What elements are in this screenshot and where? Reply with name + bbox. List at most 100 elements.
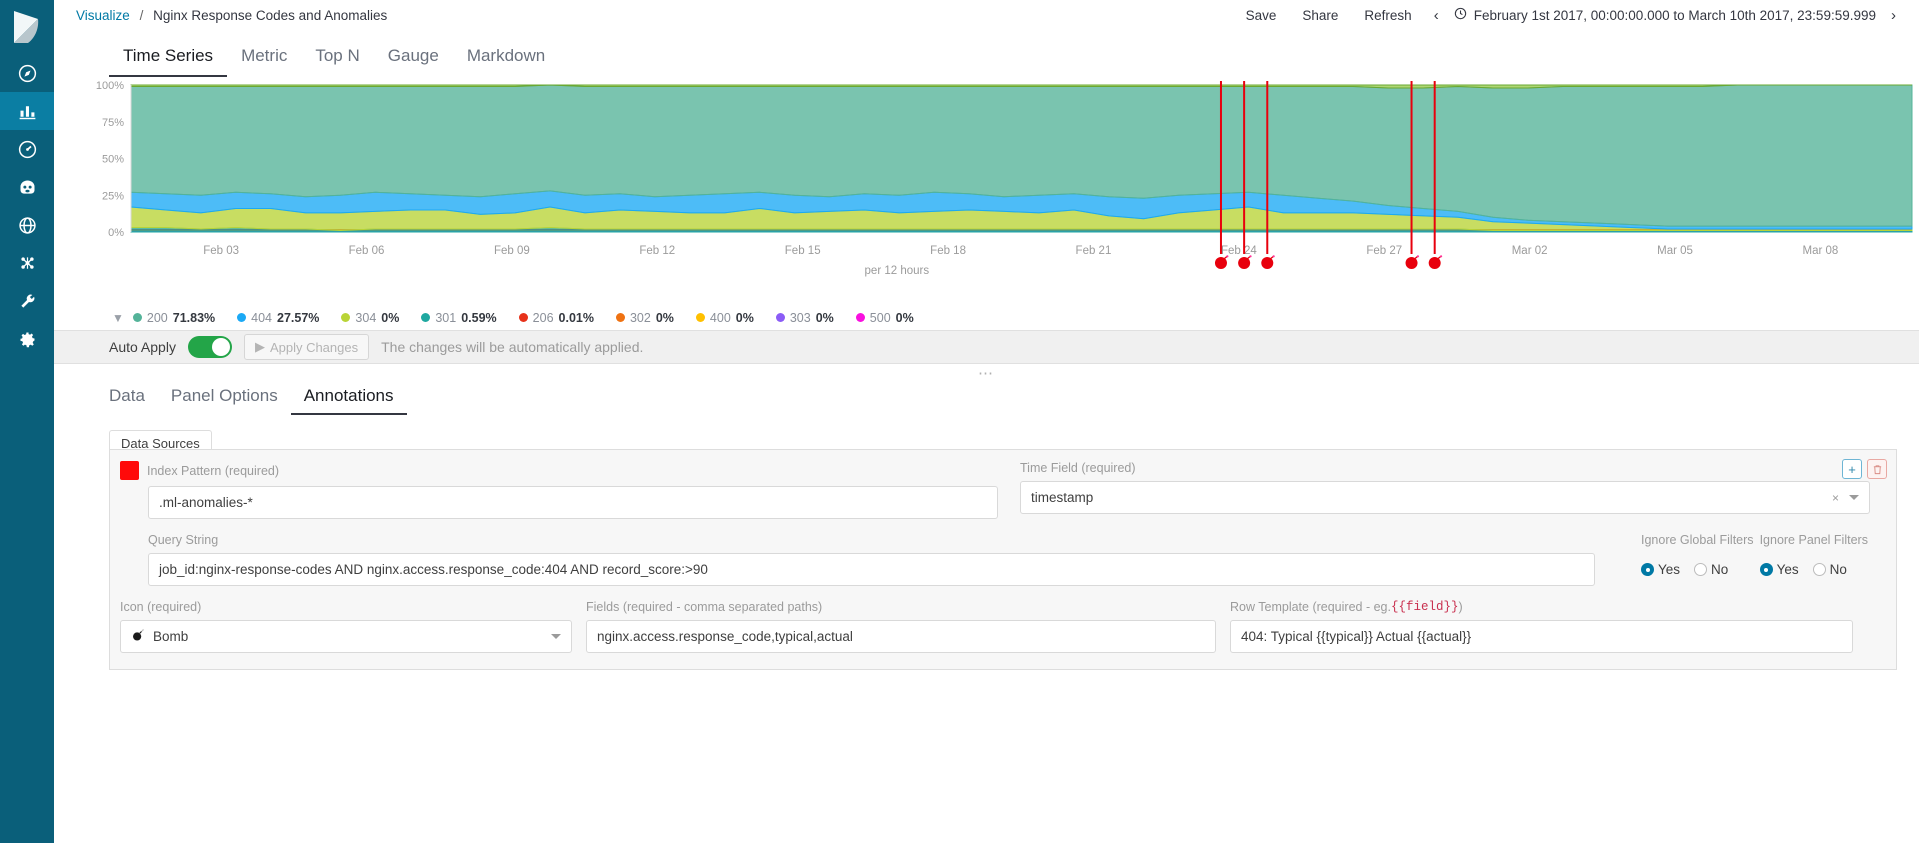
- chevron-down-icon[interactable]: ▼: [112, 311, 124, 325]
- global-nav-sidebar: [0, 0, 54, 843]
- legend-item-200[interactable]: 200 71.83%: [132, 310, 215, 325]
- legend-color-dot: [421, 313, 431, 322]
- legend-value: 0%: [735, 310, 754, 325]
- tab-panel-options[interactable]: Panel Options: [158, 386, 291, 415]
- ignore-global-filters-yes-label: Yes: [1658, 562, 1681, 577]
- ignore-panel-filters-no-radio[interactable]: [1812, 563, 1826, 576]
- legend-label: 302: [629, 310, 651, 325]
- tab-metric[interactable]: Metric: [227, 46, 301, 77]
- time-series-chart[interactable]: 100% 75% 50% 25% 0% Feb 03 Feb 06 Feb 09 Feb 12 F…: [54, 77, 1919, 302]
- legend-value: 0.59%: [461, 310, 497, 325]
- legend-item-500[interactable]: 500 0%: [855, 310, 914, 325]
- sidebar-item-timelion[interactable]: [0, 168, 54, 206]
- index-pattern-group: Index Pattern (required) .ml-anomalies-*: [120, 461, 998, 519]
- breadcrumb-visualize[interactable]: Visualize: [76, 8, 130, 23]
- query-string-input[interactable]: job_id:nginx-response-codes AND nginx.ac…: [148, 553, 1595, 586]
- time-field-select[interactable]: timestamp ×: [1020, 481, 1870, 514]
- drag-handle[interactable]: ⋯: [978, 366, 995, 381]
- ignore-panel-filters-group: Ignore Panel Filters Yes No: [1759, 533, 1868, 586]
- panel-resize-handle-row: ⋯: [54, 364, 1919, 383]
- legend-item-301[interactable]: 301 0.59%: [421, 310, 497, 325]
- svg-text:Mar 05: Mar 05: [1657, 245, 1693, 257]
- tab-top-n[interactable]: Top N: [301, 46, 373, 77]
- legend-label: 200: [146, 310, 168, 325]
- svg-text:Feb 12: Feb 12: [639, 245, 675, 257]
- svg-text:Mar 08: Mar 08: [1803, 245, 1839, 257]
- add-annotation-button[interactable]: +: [1842, 459, 1862, 479]
- fields-input[interactable]: nginx.access.response_code,typical,actua…: [586, 620, 1216, 653]
- query-string-group: Query String job_id:nginx-response-codes…: [148, 533, 1623, 586]
- icon-group: Icon (required) Bomb: [120, 600, 572, 653]
- visualization-type-tabs: Time Series Metric Top N Gauge Markdown: [54, 30, 1919, 77]
- tab-annotations[interactable]: Annotations: [290, 386, 407, 415]
- annotation-data-source-panel: + Index Pattern (required) .ml-anomalies…: [109, 449, 1897, 670]
- tab-time-series[interactable]: Time Series: [109, 46, 228, 77]
- legend-item-304[interactable]: 304 0%: [341, 311, 399, 325]
- annotation-color-swatch[interactable]: [120, 461, 139, 480]
- sidebar-item-discover[interactable]: [0, 54, 54, 92]
- apply-changes-button[interactable]: ▶ Apply Changes: [243, 334, 370, 360]
- query-string-label: Query String: [148, 533, 219, 547]
- auto-apply-bar: Auto Apply ▶ Apply Changes The changes w…: [54, 330, 1919, 364]
- svg-text:75%: 75%: [102, 117, 124, 129]
- sidebar-item-dev-tools[interactable]: [0, 282, 54, 320]
- ignore-panel-filters-no-label: No: [1829, 562, 1847, 577]
- time-next-button[interactable]: ›: [1882, 7, 1905, 24]
- refresh-button[interactable]: Refresh: [1351, 8, 1424, 23]
- legend-label: 301: [435, 310, 457, 325]
- annotation-row-1: Index Pattern (required) .ml-anomalies-*…: [120, 461, 1886, 519]
- time-range-picker[interactable]: February 1st 2017, 00:00:00.000 to March…: [1448, 7, 1882, 23]
- caret-down-icon[interactable]: [551, 634, 561, 639]
- legend-value: 0%: [895, 310, 914, 325]
- legend-color-dot: [518, 313, 528, 322]
- sidebar-item-management[interactable]: [0, 320, 54, 358]
- legend-item-302[interactable]: 302 0%: [615, 310, 674, 325]
- index-pattern-input[interactable]: .ml-anomalies-*: [148, 486, 998, 519]
- tab-markdown[interactable]: Markdown: [453, 46, 559, 77]
- ignore-global-filters-no-radio[interactable]: [1694, 563, 1708, 576]
- top-bar-actions: Save Share Refresh ‹ February 1st 2017, …: [1233, 7, 1905, 24]
- icon-select[interactable]: Bomb: [120, 620, 572, 653]
- delete-annotation-button[interactable]: [1867, 459, 1887, 479]
- row-template-group: Row Template (required - eg. {{field}} )…: [1230, 600, 1853, 653]
- legend-item-400[interactable]: 400 0%: [695, 310, 754, 325]
- row-template-input[interactable]: 404: Typical {{typical}} Actual {{actual…: [1230, 620, 1853, 653]
- auto-apply-label: Auto Apply: [109, 339, 176, 355]
- legend-item-404[interactable]: 404 27.57%: [237, 311, 319, 325]
- clear-icon[interactable]: ×: [1832, 491, 1839, 505]
- save-button[interactable]: Save: [1233, 8, 1290, 23]
- tab-gauge[interactable]: Gauge: [374, 46, 453, 77]
- svg-text:Feb 15: Feb 15: [785, 245, 821, 257]
- breadcrumb-separator: /: [139, 7, 144, 23]
- tab-data[interactable]: Data: [109, 386, 158, 415]
- legend-color-dot: [695, 313, 705, 322]
- breadcrumb: Visualize / Nginx Response Codes and Ano…: [76, 8, 387, 23]
- sidebar-item-machine-learning[interactable]: [0, 244, 54, 282]
- legend-color-dot: [775, 313, 785, 322]
- fields-label: Fields (required - comma separated paths…: [586, 600, 823, 614]
- ignore-panel-filters-yes-label: Yes: [1776, 562, 1799, 577]
- sidebar-item-visualize[interactable]: [0, 92, 54, 130]
- share-button[interactable]: Share: [1289, 8, 1351, 23]
- ignore-global-filters-yes-radio[interactable]: [1641, 563, 1654, 576]
- bar-chart-icon: [17, 101, 38, 122]
- svg-text:25%: 25%: [102, 190, 124, 202]
- legend-label: 206: [532, 310, 554, 325]
- row-template-label-suffix: ): [1458, 600, 1463, 614]
- chart-legend: ▼ 200 71.83% 404 27.57% 304 0% 301 0.59%: [54, 302, 1919, 330]
- ignore-global-filters-label: Ignore Global Filters: [1641, 533, 1754, 547]
- legend-value: 0.01%: [558, 310, 594, 325]
- sidebar-item-dashboard[interactable]: [0, 130, 54, 168]
- kibana-logo[interactable]: [0, 0, 54, 54]
- caret-down-icon[interactable]: [1849, 495, 1859, 500]
- sidebar-item-graph[interactable]: [0, 206, 54, 244]
- legend-item-206[interactable]: 206 0.01%: [518, 310, 594, 325]
- auto-apply-toggle[interactable]: [187, 336, 232, 358]
- time-prev-button[interactable]: ‹: [1425, 7, 1448, 24]
- toggle-knob: [211, 338, 230, 356]
- legend-item-303[interactable]: 303 0%: [775, 311, 834, 325]
- bomb-icon: [131, 628, 145, 645]
- annotation-row-2: Query String job_id:nginx-response-codes…: [120, 533, 1886, 586]
- chart-canvas: 100% 75% 50% 25% 0% Feb 03 Feb 06 Feb 09 Feb 12 F…: [96, 80, 1913, 277]
- ignore-panel-filters-yes-radio[interactable]: [1759, 563, 1773, 576]
